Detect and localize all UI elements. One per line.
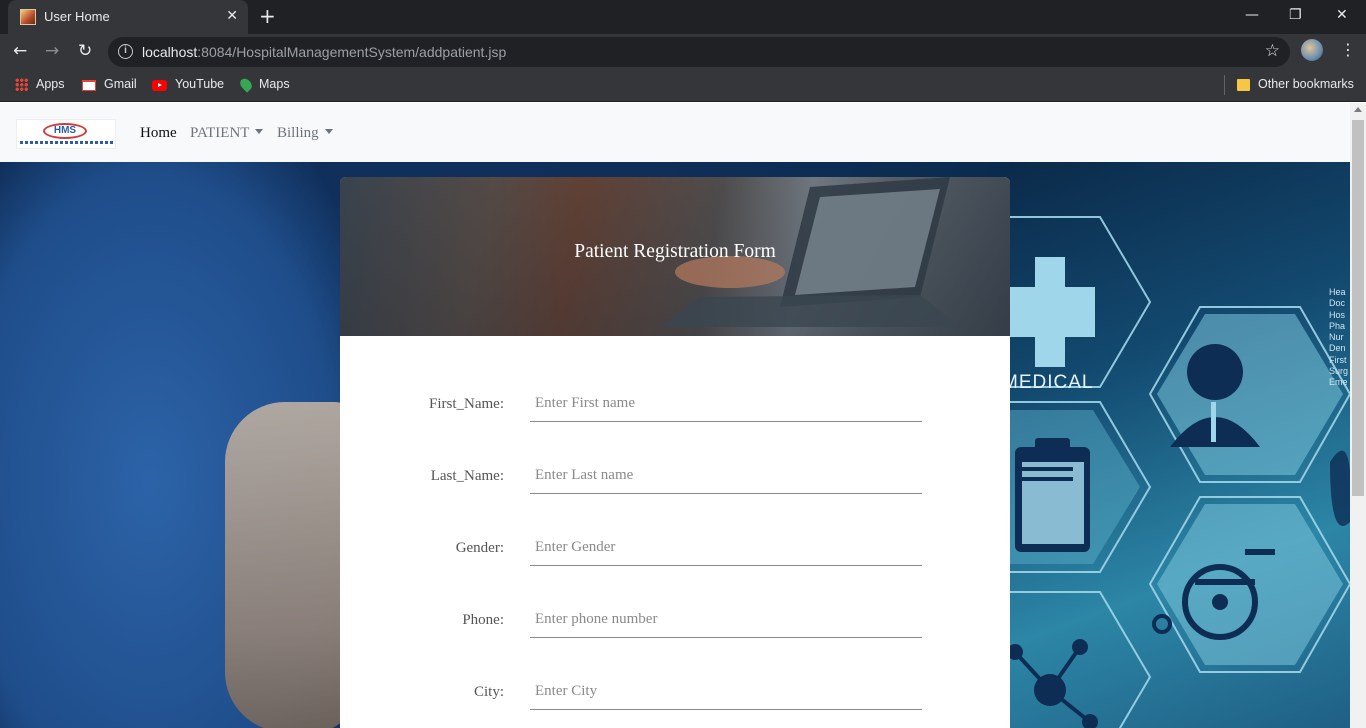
- bookmark-gmail[interactable]: Gmail: [82, 76, 137, 92]
- back-arrow-icon[interactable]: ←: [13, 41, 27, 61]
- gender-label: Gender:: [455, 540, 504, 556]
- tiny-list-item: Pha: [1329, 320, 1346, 331]
- logo-mark: HMS: [43, 123, 87, 139]
- apps-icon: [15, 78, 28, 91]
- city-row: City:: [340, 674, 1010, 728]
- site-favicon-icon: [20, 9, 36, 25]
- form-title: Patient Registration Form: [574, 241, 776, 262]
- first-name-row: First_Name:: [340, 386, 1010, 446]
- tab-close-icon[interactable]: ✕: [226, 6, 238, 26]
- nav-home-link[interactable]: Home: [140, 124, 177, 142]
- page-viewport: MEDICAL Hea Doc Hos Pha Nur Den First Su…: [0, 103, 1350, 728]
- chevron-down-icon: [255, 129, 264, 134]
- phone-row: Phone:: [340, 602, 1010, 662]
- tiny-list-item: First: [1329, 354, 1347, 365]
- phone-input[interactable]: [530, 602, 922, 638]
- tab-title: User Home: [44, 9, 110, 24]
- medical-hexagon-graphic: MEDICAL Hea Doc Hos Pha Nur Den First Su…: [1010, 162, 1350, 728]
- gender-input[interactable]: [530, 530, 922, 566]
- hand-thumb-image: [225, 402, 355, 728]
- nav-patient-dropdown[interactable]: PATIENT: [190, 124, 264, 142]
- bookmarks-divider: [1224, 75, 1225, 95]
- scroll-up-arrow-icon[interactable]: [1354, 107, 1362, 112]
- hero-background: MEDICAL Hea Doc Hos Pha Nur Den First Su…: [0, 162, 1350, 728]
- other-bookmarks[interactable]: Other bookmarks: [1237, 76, 1354, 92]
- tiny-list-item: Eme: [1329, 377, 1348, 388]
- url-text[interactable]: localhost:8084/HospitalManagementSystem/…: [142, 44, 506, 60]
- bookmark-youtube[interactable]: YouTube: [152, 76, 224, 92]
- tiny-list-item: Hos: [1329, 309, 1346, 320]
- forward-arrow-icon[interactable]: →: [45, 41, 59, 61]
- logo-subtitle-graphic: [20, 141, 114, 144]
- bookmark-apps[interactable]: Apps: [15, 76, 65, 92]
- hms-logo[interactable]: HMS: [16, 119, 116, 149]
- folder-icon: [1237, 79, 1250, 91]
- tiny-list-item: Den: [1329, 343, 1346, 354]
- page-scrollbar[interactable]: [1350, 103, 1366, 728]
- registration-card: Patient Registration Form First_Name: La…: [340, 177, 1010, 728]
- reload-icon[interactable]: ↻: [78, 41, 92, 61]
- maps-icon: [237, 76, 255, 93]
- tiny-list-item: Nur: [1329, 332, 1344, 343]
- minimize-window-button[interactable]: —: [1245, 6, 1259, 24]
- tiny-list-item: Surg: [1329, 366, 1349, 377]
- last-name-row: Last_Name:: [340, 458, 1010, 518]
- restore-window-button[interactable]: ❐: [1289, 6, 1302, 24]
- browser-toolbar: ← → ↻ i localhost:8084/HospitalManagemen…: [0, 34, 1366, 69]
- last-name-input[interactable]: [530, 458, 922, 494]
- profile-avatar[interactable]: [1301, 39, 1323, 61]
- city-input[interactable]: [530, 674, 922, 710]
- address-bar[interactable]: i localhost:8084/HospitalManagementSyste…: [108, 37, 1290, 67]
- browser-menu-icon[interactable]: ⋮: [1340, 40, 1356, 60]
- first-name-input[interactable]: [530, 386, 922, 422]
- new-tab-button[interactable]: +: [259, 4, 276, 28]
- last-name-label: Last_Name:: [430, 468, 504, 484]
- tiny-list-item: Hea: [1329, 287, 1346, 297]
- chevron-down-icon: [324, 129, 333, 134]
- bookmark-star-icon[interactable]: ☆: [1265, 41, 1280, 61]
- phone-label: Phone:: [462, 612, 504, 628]
- services-tiny-list: Hea Doc Hos Pha Nur Den First Surg Eme: [1329, 287, 1348, 389]
- medical-icons-svg: [1010, 216, 1350, 728]
- card-header-image: Patient Registration Form: [340, 177, 1010, 336]
- bookmarks-bar: Apps Gmail YouTube Maps Other bookmarks: [0, 69, 1366, 102]
- nav-billing-dropdown[interactable]: Billing: [277, 124, 333, 142]
- gmail-icon: [82, 80, 96, 91]
- browser-tab[interactable]: User Home ✕: [8, 0, 248, 34]
- site-navbar: HMS Home PATIENT Billing: [0, 103, 1350, 162]
- browser-tabstrip: User Home ✕ + — ❐ ✕: [0, 0, 1366, 34]
- city-label: City:: [473, 684, 504, 700]
- bookmark-maps[interactable]: Maps: [237, 76, 290, 93]
- gender-row: Gender:: [340, 530, 1010, 590]
- close-window-button[interactable]: ✕: [1336, 6, 1348, 24]
- site-info-icon[interactable]: i: [118, 44, 133, 59]
- medical-word: MEDICAL: [1010, 372, 1094, 393]
- tiny-list-item: Doc: [1329, 298, 1346, 309]
- first-name-label: First_Name:: [429, 396, 504, 412]
- scrollbar-thumb[interactable]: [1352, 120, 1364, 496]
- youtube-icon: [152, 80, 167, 91]
